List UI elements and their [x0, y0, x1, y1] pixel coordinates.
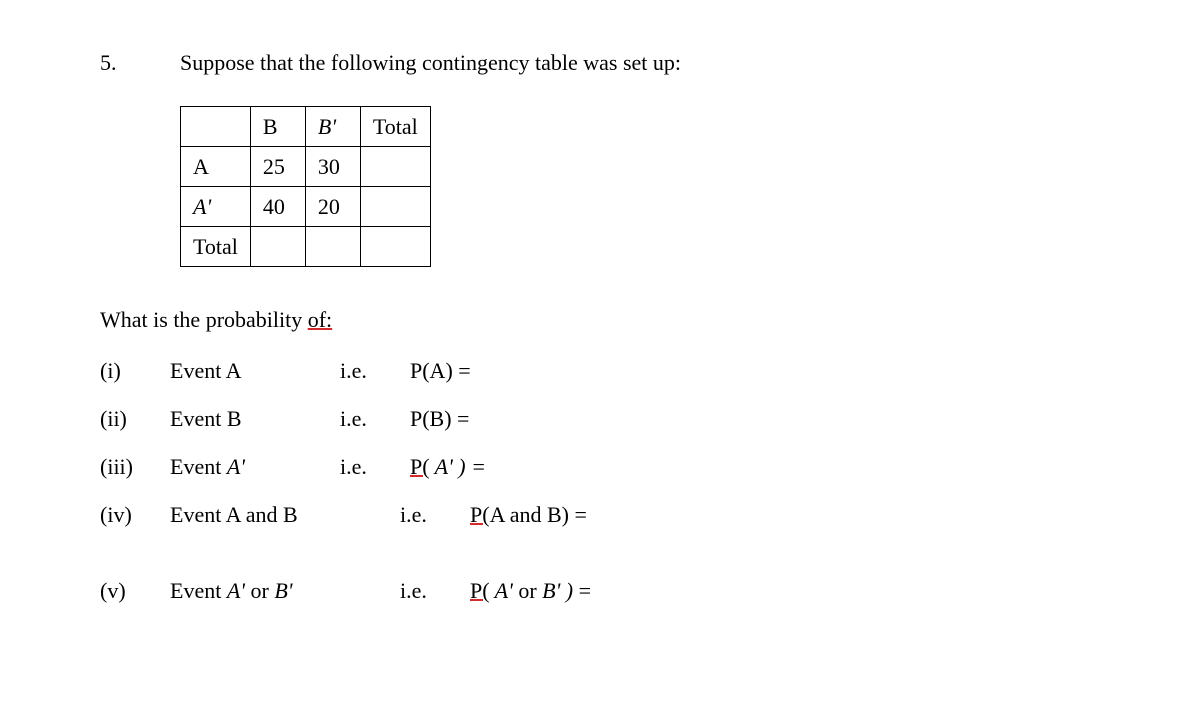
q-event: Event A' — [170, 454, 340, 480]
cell-A-Bprime: 30 — [305, 147, 360, 187]
q-num: (i) — [100, 358, 170, 384]
q-ie: i.e. — [400, 502, 470, 528]
row-total-label: Total — [181, 227, 251, 267]
row-Aprime-label: A' — [181, 187, 251, 227]
q-num: (v) — [100, 578, 170, 604]
cell-total-B — [250, 227, 305, 267]
q-num: (ii) — [100, 406, 170, 432]
p-underline: P( — [470, 502, 490, 527]
cell-Aprime-Bprime: 20 — [305, 187, 360, 227]
q-prob: P(B) = — [410, 406, 469, 432]
question-i: (i) Event A i.e. P(A) = — [100, 358, 1096, 384]
event-italic: A' — [227, 454, 245, 479]
intro-text: What is the probability — [100, 307, 308, 332]
question-iv: (iv) Event A and B i.e. P(A and B) = — [100, 502, 1096, 528]
cell-total-total — [360, 227, 430, 267]
q-prob: P(A) = — [410, 358, 471, 384]
prob-rest: A and B) = — [490, 502, 587, 527]
prob-eq: = — [573, 578, 591, 603]
table-row: Total — [181, 227, 431, 267]
cell-Aprime-total — [360, 187, 430, 227]
q-ie: i.e. — [340, 406, 410, 432]
prob-italic: B' ) — [542, 578, 573, 603]
table-header-row: B B' Total — [181, 107, 431, 147]
cell-A-B: 25 — [250, 147, 305, 187]
problem-statement: Suppose that the following contingency t… — [180, 50, 1096, 76]
q-prob: P( A' or B' ) = — [470, 578, 591, 604]
table-row: A' 40 20 — [181, 187, 431, 227]
q-prob: P(A and B) = — [470, 502, 587, 528]
table-row: A 25 30 — [181, 147, 431, 187]
p-underline: P( — [470, 578, 490, 603]
q-event: Event A — [170, 358, 340, 384]
question-v: (v) Event A' or B' i.e. P( A' or B' ) = — [100, 578, 1096, 604]
event-mid: or — [245, 578, 274, 603]
q-num: (iii) — [100, 454, 170, 480]
question-intro: What is the probability of: — [100, 307, 1096, 333]
header-B: B — [250, 107, 305, 147]
p-underline: P( — [410, 454, 430, 479]
header-total: Total — [360, 107, 430, 147]
q-event: Event B — [170, 406, 340, 432]
q-event: Event A' or B' — [170, 578, 400, 604]
event-prefix: Event — [170, 454, 227, 479]
cell-Aprime-B: 40 — [250, 187, 305, 227]
header-Bprime: B' — [305, 107, 360, 147]
prob-rest: A' ) = — [430, 454, 486, 479]
contingency-table: B B' Total A 25 30 A' 40 20 Total — [180, 106, 431, 267]
question-ii: (ii) Event B i.e. P(B) = — [100, 406, 1096, 432]
q-event: Event A and B — [170, 502, 400, 528]
prob-italic: A' — [490, 578, 513, 603]
event-italic: B' — [274, 578, 292, 603]
q-prob: P( A' ) = — [410, 454, 486, 480]
row-A-label: A — [181, 147, 251, 187]
prob-mid: or — [513, 578, 542, 603]
problem-number: 5. — [100, 50, 180, 76]
event-italic: A' — [227, 578, 245, 603]
cell-A-total — [360, 147, 430, 187]
event-prefix: Event — [170, 578, 227, 603]
q-num: (iv) — [100, 502, 170, 528]
q-ie: i.e. — [340, 358, 410, 384]
question-iii: (iii) Event A' i.e. P( A' ) = — [100, 454, 1096, 480]
header-blank — [181, 107, 251, 147]
q-ie: i.e. — [400, 578, 470, 604]
cell-total-Bprime — [305, 227, 360, 267]
q-ie: i.e. — [340, 454, 410, 480]
intro-of: of: — [308, 307, 332, 332]
